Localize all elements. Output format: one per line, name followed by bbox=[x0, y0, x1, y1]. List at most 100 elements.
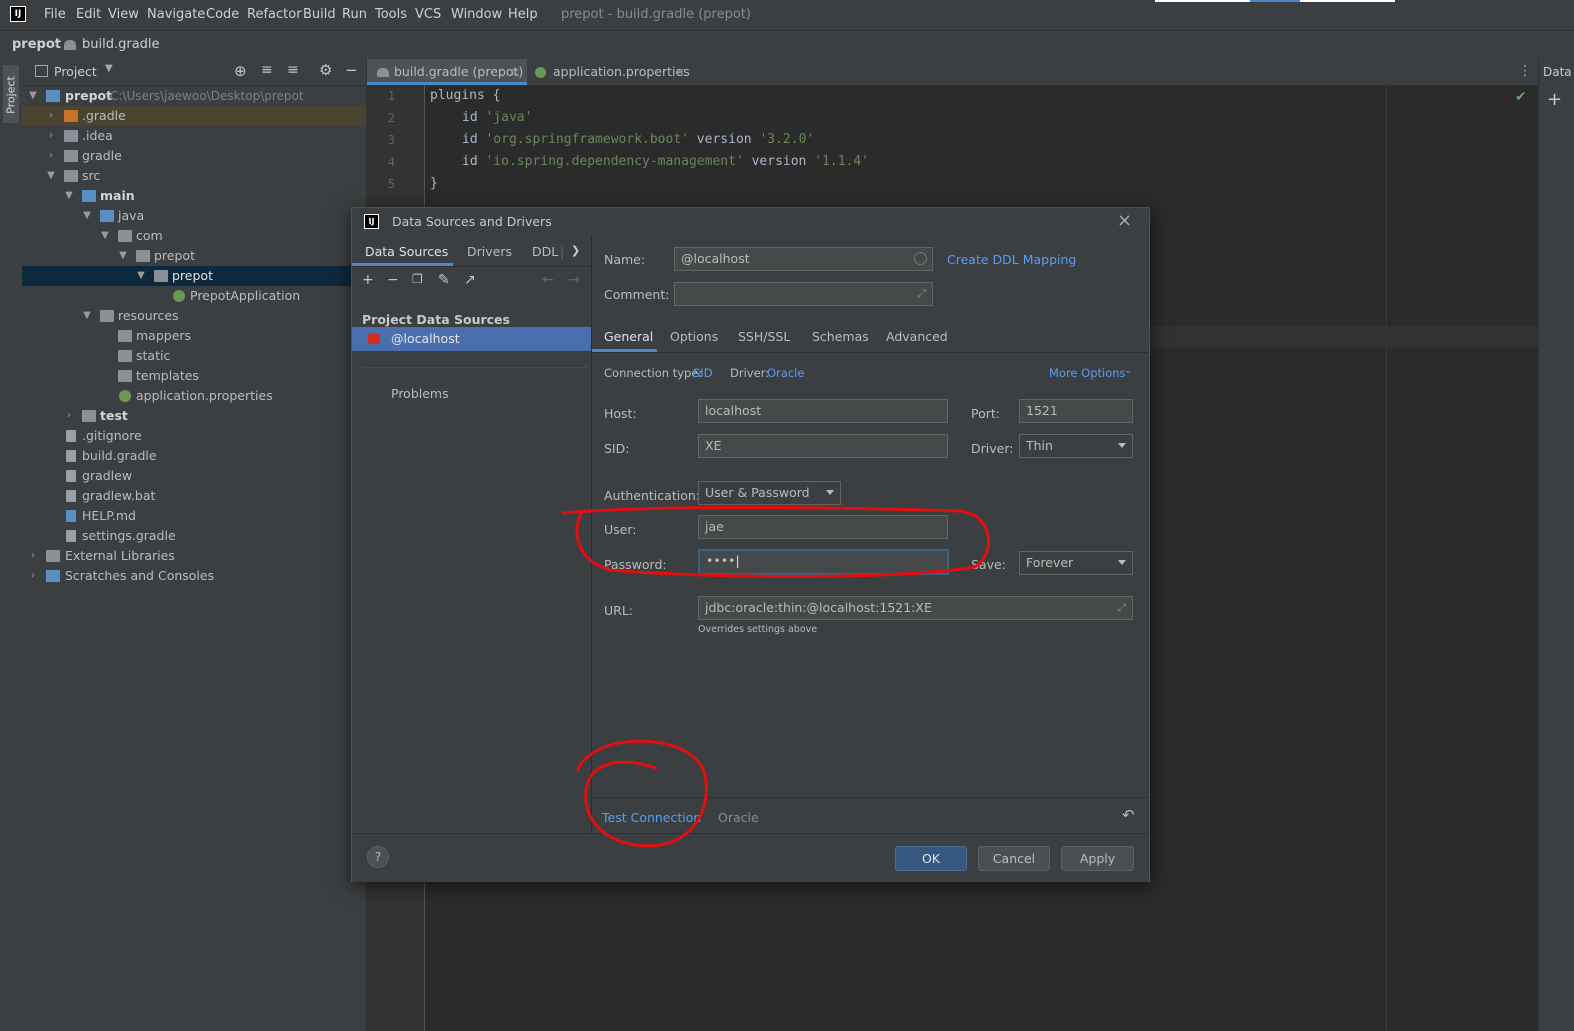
cancel-button[interactable]: Cancel bbox=[978, 846, 1050, 871]
tree-row-templates[interactable]: templates bbox=[22, 366, 366, 386]
tree-row-mappers[interactable]: mappers bbox=[22, 326, 366, 346]
wrench-icon[interactable]: ✎ bbox=[438, 272, 450, 288]
close-icon[interactable]: × bbox=[1117, 210, 1132, 231]
add-icon[interactable]: + bbox=[362, 272, 374, 288]
driver-link[interactable]: Oracle bbox=[767, 366, 804, 380]
code-line-3[interactable]: id 'org.springframework.boot' version '3… bbox=[462, 132, 814, 147]
user-input[interactable]: jae bbox=[698, 515, 948, 539]
menu-file[interactable]: File bbox=[44, 7, 66, 22]
password-input[interactable]: ••••| bbox=[698, 549, 949, 575]
menu-vcs[interactable]: VCS bbox=[415, 7, 441, 22]
tree-row-gradle[interactable]: › gradle bbox=[22, 146, 366, 166]
help-button[interactable]: ? bbox=[367, 846, 389, 868]
tab-general[interactable]: General bbox=[604, 329, 653, 344]
ok-button[interactable]: OK bbox=[895, 846, 967, 871]
expand-icon[interactable]: ⤢ bbox=[917, 283, 926, 305]
minimize-icon[interactable]: − bbox=[345, 61, 358, 79]
tab-ddl[interactable]: DDL bbox=[532, 244, 558, 259]
port-input[interactable]: 1521 bbox=[1019, 399, 1133, 423]
tab-application-properties[interactable]: application.properties × bbox=[529, 59, 690, 85]
expand-icon[interactable]: ⤢ bbox=[1117, 597, 1126, 619]
chevron-down-icon[interactable]: ❯ bbox=[571, 244, 580, 257]
code-line-2[interactable]: id 'java' bbox=[462, 110, 532, 125]
tab-options[interactable]: Options bbox=[670, 329, 718, 344]
tree-row-com[interactable]: ▼ com bbox=[22, 226, 366, 246]
menu-edit[interactable]: Edit bbox=[76, 7, 101, 22]
code-line-1[interactable]: plugins { bbox=[430, 88, 500, 103]
duplicate-icon[interactable]: ❐ bbox=[412, 272, 423, 286]
locate-icon[interactable]: ⊕ bbox=[234, 62, 247, 80]
tree-row-java[interactable]: ▼ java bbox=[22, 206, 366, 226]
tab-data-sources[interactable]: Data Sources bbox=[365, 244, 448, 259]
tree-row-main[interactable]: ▼ main bbox=[22, 186, 366, 206]
tab-ssh-ssl[interactable]: SSH/SSL bbox=[738, 329, 790, 344]
revert-icon[interactable]: ↶ bbox=[1122, 806, 1135, 824]
name-input[interactable]: @localhost bbox=[674, 247, 933, 271]
navigate-icon[interactable]: ↗ bbox=[464, 272, 476, 288]
tree-row-application-properties[interactable]: application.properties bbox=[22, 386, 366, 406]
tree-row-prepot-root[interactable]: ▼ prepot C:\Users\jaewoo\Desktop\prepot bbox=[22, 86, 366, 106]
tab-build-gradle[interactable]: build.gradle (prepot) × bbox=[367, 59, 527, 85]
tree-row-prepotapplication[interactable]: PrepotApplication bbox=[22, 286, 366, 306]
tree-row-static[interactable]: static bbox=[22, 346, 366, 366]
connection-type-link[interactable]: SID bbox=[693, 366, 713, 380]
collapse-all-icon[interactable]: ≡ bbox=[287, 62, 299, 78]
tree-row-gitignore[interactable]: .gitignore bbox=[22, 426, 366, 446]
code-line-5[interactable]: } bbox=[430, 176, 438, 191]
gear-icon[interactable]: ⚙ bbox=[319, 61, 332, 79]
code-line-4[interactable]: id 'io.spring.dependency-management' ver… bbox=[462, 154, 869, 169]
more-tabs-icon[interactable]: ⋮ bbox=[1518, 63, 1532, 79]
menu-code[interactable]: Code bbox=[206, 7, 239, 22]
tab-schemas[interactable]: Schemas bbox=[812, 329, 869, 344]
project-tool-tab[interactable]: Project bbox=[3, 65, 19, 123]
menu-run[interactable]: Run bbox=[342, 7, 367, 22]
remove-icon[interactable]: − bbox=[387, 272, 399, 288]
menu-tools[interactable]: Tools bbox=[375, 7, 407, 22]
tab-advanced[interactable]: Advanced bbox=[886, 329, 948, 344]
apply-button[interactable]: Apply bbox=[1061, 846, 1134, 871]
tree-row-scratches[interactable]: › Scratches and Consoles bbox=[22, 566, 366, 586]
datasource-row-localhost[interactable]: @localhost bbox=[352, 327, 591, 351]
tree-row-idea[interactable]: › .idea bbox=[22, 126, 366, 146]
problems-item[interactable]: Problems bbox=[391, 386, 449, 401]
breadcrumb-file[interactable]: build.gradle bbox=[82, 37, 160, 52]
forward-arrow-icon[interactable]: → bbox=[568, 272, 580, 288]
sid-input[interactable]: XE bbox=[698, 434, 948, 458]
tree-row-gradle-cache[interactable]: › .gradle bbox=[22, 106, 366, 126]
tree-row-gradlew-bat[interactable]: gradlew.bat bbox=[22, 486, 366, 506]
tree-row-help-md[interactable]: HELP.md bbox=[22, 506, 366, 526]
menu-navigate[interactable]: Navigate bbox=[147, 7, 205, 22]
back-arrow-icon[interactable]: ← bbox=[542, 272, 554, 288]
tree-row-external-libraries[interactable]: › External Libraries bbox=[22, 546, 366, 566]
tree-row-settings-gradle[interactable]: settings.gradle bbox=[22, 526, 366, 546]
tab-drivers[interactable]: Drivers bbox=[467, 244, 512, 259]
menu-view[interactable]: View bbox=[108, 7, 139, 22]
add-icon[interactable]: + bbox=[1547, 89, 1562, 110]
expand-all-icon[interactable]: ≡ bbox=[261, 62, 273, 78]
tree-row-src[interactable]: ▼ src bbox=[22, 166, 366, 186]
authentication-select[interactable]: User & Password bbox=[698, 481, 841, 505]
chevron-down-icon[interactable]: ⌄ bbox=[1124, 365, 1132, 376]
url-input[interactable]: jdbc:oracle:thin:@localhost:1521:XE ⤢ bbox=[698, 596, 1133, 620]
tree-row-gradlew[interactable]: gradlew bbox=[22, 466, 366, 486]
host-input[interactable]: localhost bbox=[698, 399, 948, 423]
chevron-down-icon[interactable]: ▼ bbox=[105, 63, 113, 74]
create-ddl-mapping-link[interactable]: Create DDL Mapping bbox=[947, 252, 1076, 267]
driver-type-select[interactable]: Thin bbox=[1019, 434, 1133, 458]
menu-help[interactable]: Help bbox=[508, 7, 538, 22]
menu-refactor[interactable]: Refactor bbox=[247, 7, 302, 22]
color-picker-icon[interactable] bbox=[914, 252, 927, 265]
comment-input[interactable]: ⤢ bbox=[674, 282, 933, 306]
tree-row-resources[interactable]: ▼ resources bbox=[22, 306, 366, 326]
save-select[interactable]: Forever bbox=[1019, 551, 1133, 575]
more-options-link[interactable]: More Options bbox=[1049, 366, 1126, 380]
tree-row-test[interactable]: › test bbox=[22, 406, 366, 426]
menu-build[interactable]: Build bbox=[303, 7, 336, 22]
project-view-title[interactable]: Project bbox=[54, 64, 97, 79]
close-icon[interactable]: × bbox=[675, 59, 685, 85]
tree-row-prepot-subpkg[interactable]: ▼ prepot bbox=[22, 266, 366, 286]
test-connection-link[interactable]: Test Connection bbox=[602, 810, 701, 825]
tree-row-prepot-pkg[interactable]: ▼ prepot bbox=[22, 246, 366, 266]
tree-row-build-gradle[interactable]: build.gradle bbox=[22, 446, 366, 466]
menu-window[interactable]: Window bbox=[451, 7, 502, 22]
